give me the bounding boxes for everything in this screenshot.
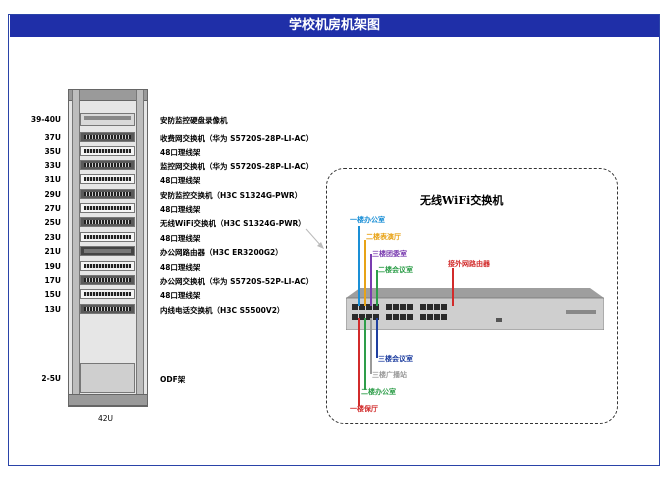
cable-line (376, 318, 378, 358)
cable-line (370, 318, 372, 374)
port-label: 二楼表演厅 (366, 233, 401, 241)
port-label: 二楼会议室 (378, 266, 413, 274)
cable-line (358, 318, 360, 406)
port-label: 三楼团委室 (372, 250, 407, 258)
cable-line (370, 254, 372, 306)
port-label: 三楼会议室 (378, 355, 413, 363)
cable-line (452, 268, 454, 306)
cable-line (364, 318, 366, 390)
wifi-switch-title: 无线WiFi交换机 (420, 194, 504, 207)
wifi-switch-device (346, 288, 604, 330)
port-label: 二楼办公室 (361, 388, 396, 396)
cable-line (376, 270, 378, 306)
cable-line (358, 226, 360, 306)
port-label: 接外网路由器 (448, 260, 490, 268)
port-label: 一楼办公室 (350, 216, 385, 224)
cable-line (364, 240, 366, 306)
port-label: 一楼保厅 (350, 405, 378, 413)
port-label: 三楼广播站 (372, 371, 407, 379)
